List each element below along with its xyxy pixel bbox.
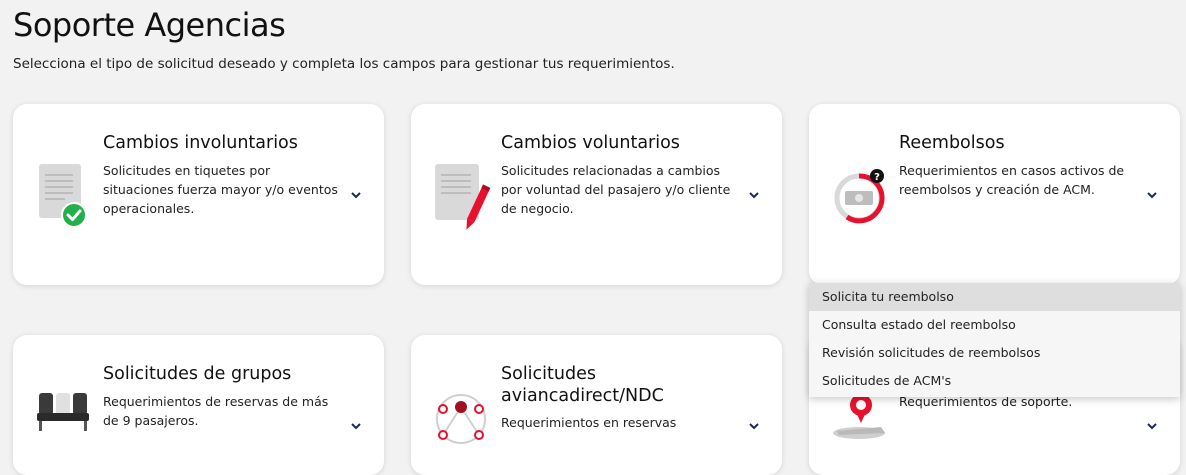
chevron-down-icon[interactable] (1146, 186, 1158, 199)
network-icon (433, 391, 489, 463)
card-title: Solicitudes de grupos (103, 364, 292, 384)
card-description: Solicitudes en tiquetes por situaciones … (103, 163, 338, 216)
airplane-pin-icon (831, 393, 887, 465)
document-check-icon (35, 162, 91, 234)
card-description: Requerimientos de reservas de más de 9 p… (103, 394, 329, 428)
card-solicitudes-grupos[interactable]: Solicitudes de grupos Requerimientos de … (13, 335, 384, 475)
chevron-down-icon[interactable] (350, 186, 362, 199)
chevron-down-icon[interactable] (748, 417, 760, 430)
card-aviancadirect-ndc[interactable]: Solicitudes aviancadirect/NDC Requerimie… (411, 335, 782, 475)
card-cambios-involuntarios[interactable]: Cambios involuntarios Solicitudes en tiq… (13, 104, 384, 285)
card-description: Requerimientos en casos activos de reemb… (899, 163, 1125, 197)
card-cambios-voluntarios[interactable]: Cambios voluntarios Solicitudes relacion… (411, 104, 782, 285)
chevron-down-icon[interactable] (1146, 417, 1158, 430)
menu-item-solicitudes-acm[interactable]: Solicitudes de ACM's (809, 367, 1180, 395)
card-title: Reembolsos (899, 133, 1005, 153)
menu-item-revision-solicitudes[interactable]: Revisión solicitudes de reembolsos (809, 339, 1180, 367)
chevron-down-icon[interactable] (748, 186, 760, 199)
svg-text:?: ? (874, 172, 880, 183)
card-description: Requerimientos en reservas (501, 415, 677, 430)
card-description: Solicitudes relacionadas a cambios por v… (501, 163, 731, 216)
reembolsos-dropdown-menu: Solicita tu reembolso Consulta estado de… (809, 283, 1180, 397)
menu-item-consulta-estado[interactable]: Consulta estado del reembolso (809, 311, 1180, 339)
card-title: Cambios voluntarios (501, 133, 680, 153)
chevron-down-icon[interactable] (350, 417, 362, 430)
card-title: Solicitudes aviancadirect/NDC (501, 364, 664, 406)
card-title: Cambios involuntarios (103, 133, 298, 153)
seats-icon (35, 391, 91, 463)
page-title: Soporte Agencias (13, 6, 286, 44)
menu-item-solicita-reembolso[interactable]: Solicita tu reembolso (809, 283, 1180, 311)
card-reembolsos[interactable]: ? Reembolsos Requerimientos en casos act… (809, 104, 1180, 285)
refund-icon: ? (831, 162, 887, 234)
page-subtitle: Selecciona el tipo de solicitud deseado … (13, 56, 675, 72)
document-pencil-icon (433, 162, 491, 234)
